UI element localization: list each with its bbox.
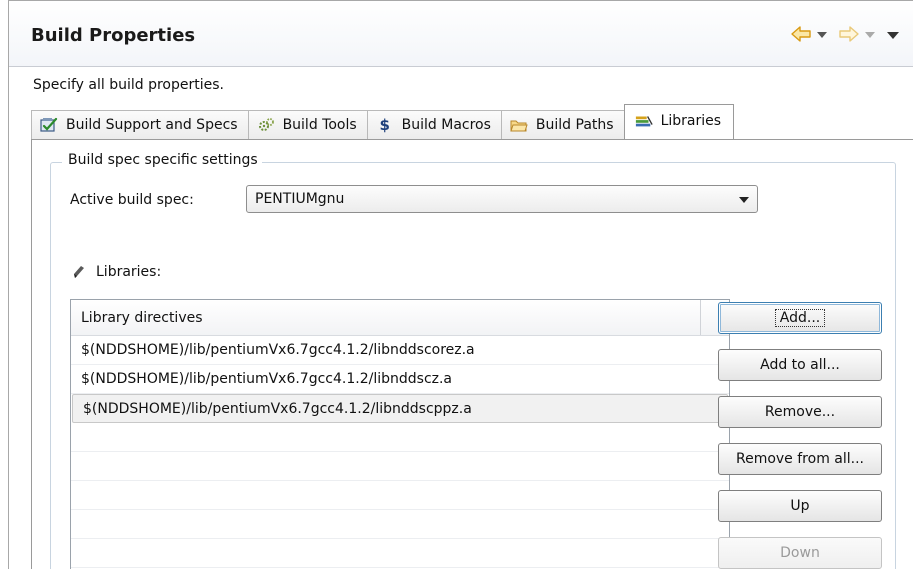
tab-build-tools[interactable]: Build Tools bbox=[247, 110, 367, 140]
tab-build-support-and-specs[interactable]: Build Support and Specs bbox=[31, 110, 248, 140]
add-button[interactable]: Add... bbox=[718, 302, 882, 334]
view-menu-chevron-down-icon[interactable] bbox=[887, 31, 899, 39]
chevron-down-icon bbox=[739, 197, 749, 203]
navigation-toolbar bbox=[791, 25, 899, 43]
table-row[interactable]: $(NDDSHOME)/lib/pentiumVx6.7gcc4.1.2/lib… bbox=[71, 365, 729, 394]
libraries-label: Libraries: bbox=[96, 264, 162, 280]
build-tools-icon bbox=[257, 117, 275, 133]
pencil-icon bbox=[74, 266, 84, 278]
page-description: Specify all build properties. bbox=[33, 77, 224, 93]
table-row-empty bbox=[71, 481, 729, 510]
remove-button[interactable]: Remove... bbox=[718, 396, 882, 428]
up-button[interactable]: Up bbox=[718, 490, 882, 522]
build-properties-view: Build Properties Specify all build prope… bbox=[8, 0, 913, 569]
tab-label: Build Support and Specs bbox=[66, 117, 238, 133]
add-button-label: Add... bbox=[774, 309, 826, 327]
forward-arrow-icon[interactable] bbox=[839, 25, 859, 43]
tab-bar: Build Support and Specs Build Tools $ Bu… bbox=[31, 104, 735, 140]
table-header: Library directives bbox=[71, 300, 729, 336]
libraries-icon bbox=[635, 113, 653, 129]
build-support-icon bbox=[40, 117, 58, 133]
forward-history-chevron-down-icon[interactable] bbox=[865, 32, 875, 38]
active-build-spec-label: Active build spec: bbox=[70, 192, 194, 208]
remove-from-all-button[interactable]: Remove from all... bbox=[718, 443, 882, 475]
active-build-spec-value: PENTIUMgnu bbox=[255, 191, 345, 207]
column-header-library-directives[interactable]: Library directives bbox=[71, 300, 701, 335]
table-row-selected[interactable]: $(NDDSHOME)/lib/pentiumVx6.7gcc4.1.2/lib… bbox=[72, 394, 728, 423]
active-build-spec-select[interactable]: PENTIUMgnu bbox=[246, 185, 758, 213]
tab-libraries[interactable]: Libraries bbox=[623, 104, 735, 140]
back-history-chevron-down-icon[interactable] bbox=[817, 32, 827, 38]
folder-icon bbox=[510, 117, 528, 133]
table-row-empty bbox=[71, 539, 729, 568]
table-row-empty bbox=[71, 423, 729, 452]
table-row-empty bbox=[71, 452, 729, 481]
tab-label: Libraries bbox=[660, 112, 722, 129]
tab-build-paths[interactable]: Build Paths bbox=[500, 110, 625, 140]
add-to-all-button[interactable]: Add to all... bbox=[718, 349, 882, 381]
dollar-icon: $ bbox=[379, 116, 390, 134]
tab-label: Build Paths bbox=[535, 117, 614, 133]
tab-label: Build Macros bbox=[401, 117, 491, 133]
down-button: Down bbox=[718, 537, 882, 569]
back-arrow-icon[interactable] bbox=[791, 25, 811, 43]
table-row-empty bbox=[71, 510, 729, 539]
tab-build-macros[interactable]: $ Build Macros bbox=[366, 110, 501, 140]
group-legend: Build spec specific settings bbox=[62, 152, 262, 168]
view-header: Build Properties bbox=[9, 1, 913, 67]
libraries-label-row: Libraries: bbox=[72, 264, 161, 280]
page-title: Build Properties bbox=[31, 25, 196, 46]
tab-label: Build Tools bbox=[282, 117, 357, 133]
libraries-tab-panel: Build spec specific settings Active buil… bbox=[31, 139, 913, 569]
table-row[interactable]: $(NDDSHOME)/lib/pentiumVx6.7gcc4.1.2/lib… bbox=[71, 336, 729, 365]
library-directives-table[interactable]: Library directives $(NDDSHOME)/lib/penti… bbox=[70, 299, 730, 569]
